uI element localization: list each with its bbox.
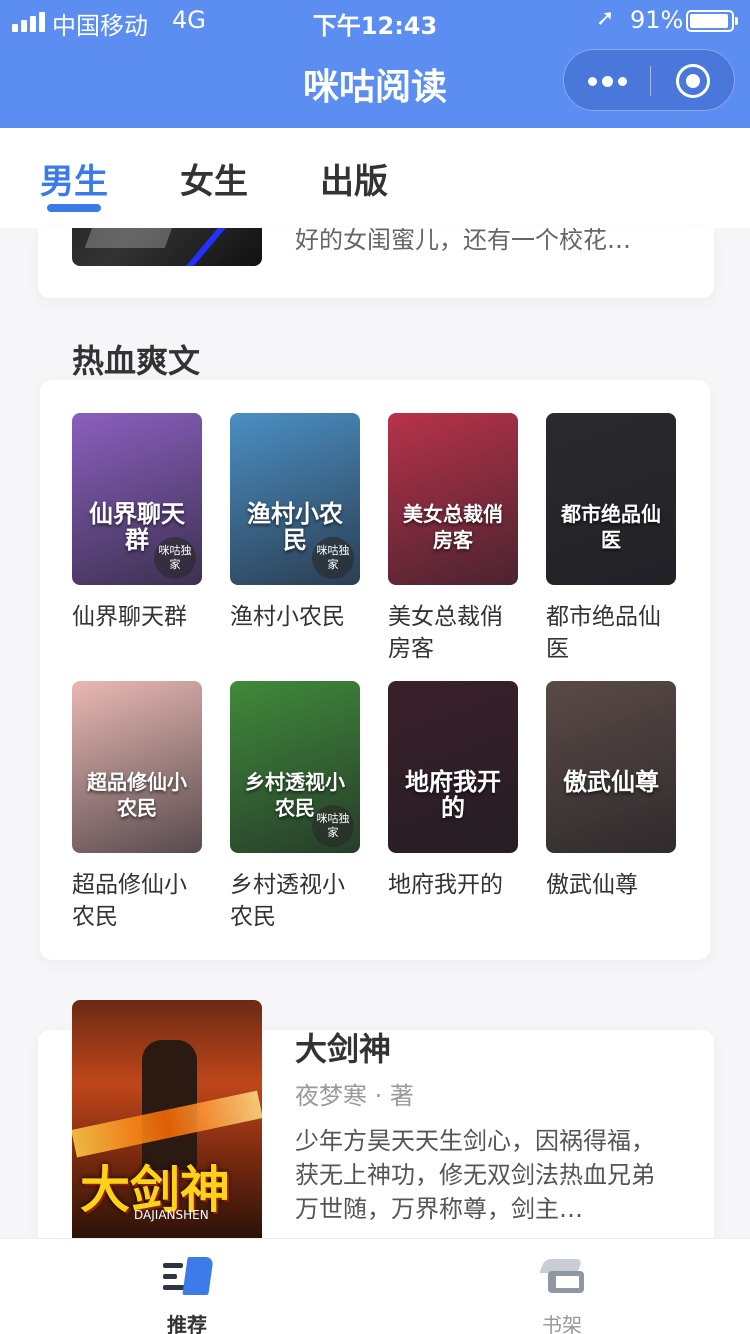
book-title: 渔村小农民 [230, 604, 345, 630]
location-arrow-icon: ➚ [596, 6, 615, 31]
book-title: 美女总裁俏房客 [388, 604, 503, 662]
battery-icon [686, 10, 738, 32]
cover-title: 都市绝品仙医 [561, 502, 661, 552]
cover-title: 傲武仙尊 [563, 768, 659, 796]
exclusive-badge: 咪咕独家 [154, 537, 196, 579]
tab-publish[interactable]: 出版 [320, 154, 388, 203]
featured-book-description: 少年方昊天天生剑心，因祸得福，获无上神功，修无双剑法热血兄弟万世随，万界称尊，剑… [295, 1127, 655, 1223]
book-item[interactable]: 渔村小农民 咪咕独家渔村小农民 [230, 413, 360, 633]
status-bar: 中国移动 4G 下午12:43 ➚ 91% [0, 0, 750, 40]
top-bar: 中国移动 4G 下午12:43 ➚ 91% 咪咕阅读 [0, 0, 750, 128]
book-cover: 都市绝品仙医 [546, 413, 676, 585]
tabbar-recommend[interactable]: 推荐 [127, 1239, 247, 1334]
active-tab-indicator [47, 204, 101, 212]
book-cover: 渔村小农民 咪咕独家 [230, 413, 360, 585]
book-cover: 乡村透视小农民 咪咕独家 [230, 681, 360, 853]
book-item[interactable]: 都市绝品仙医 都市绝品仙医 [546, 413, 676, 665]
book-title: 超品修仙小农民 [72, 872, 187, 930]
category-tabs: 男生 女生 出版 [0, 128, 750, 228]
tab-female[interactable]: 女生 [180, 154, 248, 203]
recommend-icon [163, 1257, 214, 1297]
book-title: 都市绝品仙医 [546, 604, 661, 662]
book-item[interactable]: 傲武仙尊 傲武仙尊 [546, 681, 676, 901]
featured-book-author: 夜梦寒 · 著 [295, 1082, 414, 1110]
featured-book-cover[interactable]: 大剑神 DAJIANSHEN [72, 1000, 262, 1240]
more-button[interactable] [564, 50, 650, 112]
exclusive-badge: 咪咕独家 [312, 537, 354, 579]
book-item[interactable]: 地府我开的 地府我开的 [388, 681, 518, 901]
cover-title: 地府我开的 [405, 768, 501, 822]
cover-pinyin: DAJIANSHEN [134, 1208, 209, 1222]
tabbar-label: 书架 [542, 1313, 582, 1334]
cover-title: 美女总裁俏房客 [403, 502, 503, 552]
tabbar-bookshelf[interactable]: 书架 [502, 1239, 622, 1334]
capsule-divider [650, 66, 651, 96]
book-title: 仙界聊天群 [72, 604, 187, 630]
previous-book-card[interactable]: 好的女闺蜜儿，还有一个校花… [38, 228, 714, 298]
tabbar-label: 推荐 [167, 1313, 207, 1334]
book-cover: 地府我开的 [388, 681, 518, 853]
cover-title: 超品修仙小农民 [87, 770, 187, 820]
bookshelf-icon [538, 1259, 588, 1297]
exclusive-badge: 咪咕独家 [312, 805, 354, 847]
book-item[interactable]: 仙界聊天群 咪咕独家仙界聊天群 [72, 413, 202, 633]
featured-book-title[interactable]: 大剑神 [295, 1024, 391, 1070]
book-title: 地府我开的 [388, 872, 503, 898]
book-title: 乡村透视小农民 [230, 872, 345, 930]
bottom-tabbar: 推荐 书架 [0, 1238, 750, 1334]
book-item[interactable]: 超品修仙小农民 超品修仙小农民 [72, 681, 202, 933]
book-cover: 仙界聊天群 咪咕独家 [72, 413, 202, 585]
miniprogram-capsule [563, 49, 735, 111]
book-snippet: 好的女闺蜜儿，还有一个校花… [295, 228, 631, 254]
section-title: 热血爽文 [72, 342, 201, 380]
book-item[interactable]: 美女总裁俏房客 美女总裁俏房客 [388, 413, 518, 665]
book-title: 傲武仙尊 [546, 872, 638, 898]
book-cover: 超品修仙小农民 [72, 681, 202, 853]
book-cover [72, 228, 262, 266]
book-cover: 傲武仙尊 [546, 681, 676, 853]
battery-percent: 91% [630, 6, 684, 34]
close-target-button[interactable] [676, 64, 710, 98]
book-cover: 美女总裁俏房客 [388, 413, 518, 585]
book-grid-card: 仙界聊天群 咪咕独家 仙界聊天群 渔村小农民 咪咕独家 渔村小农民 美女总裁俏房客 美女总裁俏… [40, 380, 710, 960]
more-dots-icon [587, 76, 597, 86]
tab-male[interactable]: 男生 [40, 154, 108, 203]
book-item[interactable]: 乡村透视小农民 咪咕独家乡村透视小农民 [230, 681, 360, 933]
